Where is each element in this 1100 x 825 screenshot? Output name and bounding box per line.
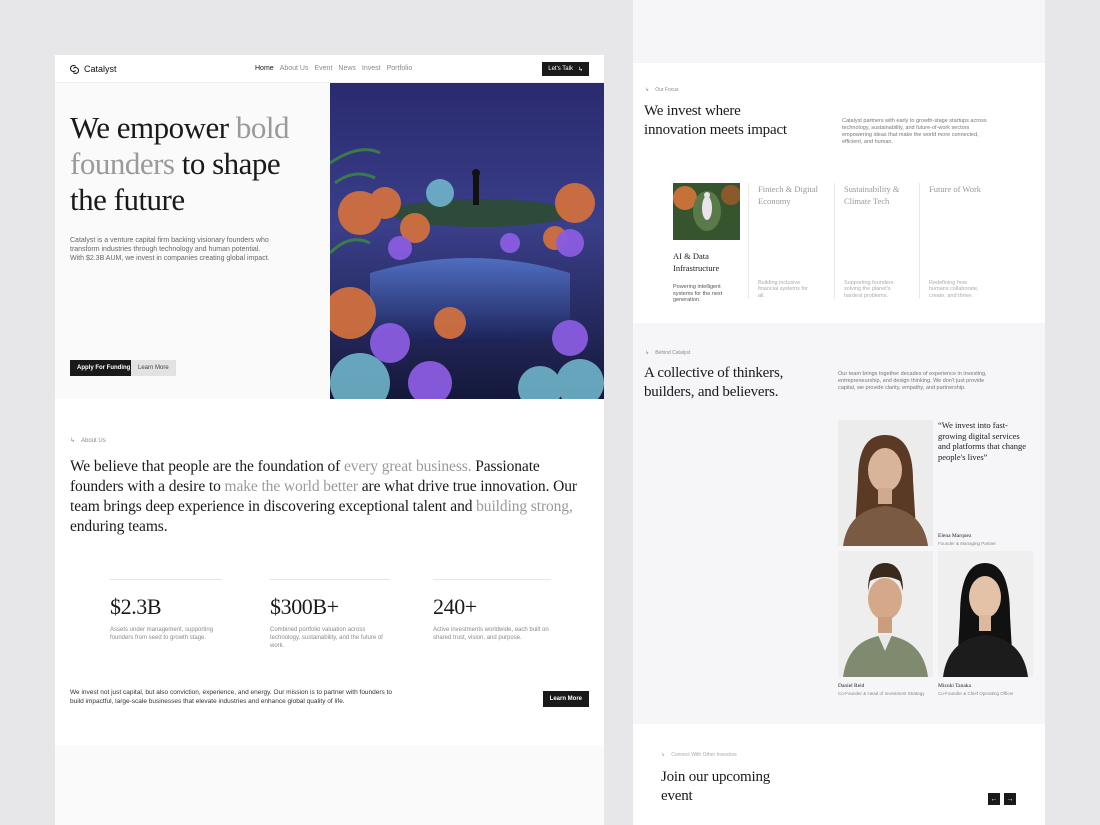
about-section: ↳ About Us We believe that people are th… [55, 399, 604, 745]
sector-title: AI & Data Infrastructure [673, 251, 720, 273]
arrow-turn-icon: ↳ [661, 752, 666, 758]
sector-description: Supporting founders solving the planet's… [844, 279, 894, 299]
next-arrow-icon[interactable]: → [1004, 793, 1016, 805]
logo[interactable]: Catalyst [70, 64, 117, 74]
nav-menu: Home About Us Event News Invest Portfoli… [255, 65, 412, 72]
stat-value: $300B+ [270, 594, 339, 619]
nav-item-invest[interactable]: Invest [362, 65, 381, 72]
stat-description: Active investments worldwide, each built… [433, 627, 549, 641]
hero-title: We empower bold founders to shape the fu… [70, 110, 310, 218]
about-text-part: We believe that people are the foundatio… [70, 458, 345, 475]
member-name: Daniel Reid [838, 683, 865, 689]
hero-image [330, 83, 604, 399]
sector-description: Redefining how humans collaborate, creat… [929, 279, 979, 299]
sector-title: Sustainability & Climate Tech [844, 184, 900, 206]
top-nav: Catalyst Home About Us Event News Invest… [55, 55, 604, 83]
sector-description: Building inclusive financial systems for… [758, 279, 808, 299]
focus-section: ↳ Our Focus We invest where innovation m… [633, 63, 1045, 323]
stat-value: 240+ [433, 594, 477, 619]
hero-description: Catalyst is a venture capital firm backi… [70, 237, 270, 262]
member-role: Founder & Managing Partner [938, 541, 997, 546]
event-title: Join our upcoming event [661, 769, 771, 804]
team-title: A collective of thinkers, builders, and … [644, 365, 784, 400]
event-kicker-label: Connect With Other Investors [671, 752, 737, 758]
portrait-elena [838, 420, 933, 546]
brand-name: Catalyst [84, 64, 117, 74]
sector-title: Fintech & Digital Economy [758, 184, 818, 206]
nav-item-about[interactable]: About Us [280, 65, 309, 72]
event-section: ↳ Connect With Other Investors Join our … [633, 724, 1045, 825]
arrow-turn-icon: ↳ [645, 87, 650, 93]
apply-funding-button[interactable]: Apply For Funding [70, 360, 138, 376]
sector-image [673, 183, 740, 240]
about-statement: We believe that people are the foundatio… [70, 457, 590, 537]
arrow-turn-icon: ↳ [645, 350, 650, 356]
event-kicker: ↳ Connect With Other Investors [661, 752, 737, 758]
member-name: Mizuki Tanaka [938, 683, 971, 689]
hero-title-part: We empower [70, 110, 236, 145]
team-quote: “We invest into fast-growing digital ser… [938, 420, 1027, 462]
member-name: Elena Marquez [938, 533, 972, 539]
lets-talk-label: Let's Talk [548, 66, 573, 72]
about-kicker-label: About Us [81, 437, 106, 444]
landing-page-secondary: ↳ Our Focus We invest where innovation m… [633, 0, 1045, 825]
hero-learn-more-button[interactable]: Learn More [131, 360, 176, 376]
nav-item-portfolio[interactable]: Portfolio [387, 65, 413, 72]
sector-climate[interactable]: Sustainability & Climate Tech Supporting… [834, 183, 919, 299]
sector-fintech[interactable]: Fintech & Digital Economy Building inclu… [748, 183, 833, 299]
nav-item-event[interactable]: Event [314, 65, 332, 72]
lets-talk-button[interactable]: Let's Talk ↳ [542, 62, 589, 76]
focus-kicker-label: Our Focus [655, 87, 679, 93]
member-caption: Elena Marquez Founder & Managing Partner [938, 533, 996, 546]
landing-page-main: Catalyst Home About Us Event News Invest… [55, 55, 604, 825]
stat-valuation: $300B+ Combined portfolio valuation acro… [270, 579, 390, 650]
stat-investments: 240+ Active investments worldwide, each … [433, 579, 551, 642]
member-role: Co-Founder & Chief Operating Officer [938, 691, 1014, 696]
mission-text: We invest not just capital, but also con… [70, 689, 393, 705]
portrait-mizuki [938, 551, 1033, 677]
focus-description: Catalyst partners with early to growth-s… [842, 118, 987, 145]
team-description: Our team brings together decades of expe… [838, 371, 987, 391]
about-kicker: ↳ About Us [70, 437, 106, 445]
mission-learn-more-button[interactable]: Learn More [542, 691, 589, 707]
stat-aum: $2.3B Assets under management, supportin… [110, 579, 222, 642]
member-caption: Daniel Reid Co-Founder & Head of Investm… [838, 683, 925, 696]
member-caption: Mizuki Tanaka Co-Founder & Chief Operati… [938, 683, 1013, 696]
arrow-turn-icon: ↳ [70, 438, 76, 444]
hero: We empower bold founders to shape the fu… [70, 110, 310, 263]
stat-description: Combined portfolio valuation across tech… [270, 627, 383, 649]
sector-description: Powering intelligent systems for the nex… [673, 284, 723, 303]
about-text-highlight: building strong, [476, 498, 573, 515]
previous-arrow-icon[interactable]: ← [988, 793, 1000, 805]
focus-title: We invest where innovation meets impact [644, 103, 787, 138]
stat-value: $2.3B [110, 594, 162, 619]
sector-work[interactable]: Future of Work Redefining how humans col… [919, 183, 1004, 299]
about-text-part: enduring teams. [70, 518, 168, 535]
sector-ai[interactable]: AI & Data Infrastructure Powering intell… [673, 250, 753, 304]
nav-item-news[interactable]: News [338, 65, 356, 72]
team-kicker-label: Behind Catalyst [655, 350, 691, 356]
arrow-turn-icon: ↳ [577, 66, 583, 73]
catalyst-logo-icon [70, 64, 79, 74]
stat-description: Assets under management, supporting foun… [110, 627, 214, 641]
about-text-highlight: every great business. [344, 458, 472, 475]
member-role: Co-Founder & Head of Investment Strategy [838, 691, 925, 696]
nav-item-home[interactable]: Home [255, 65, 274, 72]
focus-kicker: ↳ Our Focus [645, 87, 679, 93]
team-kicker: ↳ Behind Catalyst [645, 350, 690, 356]
sector-title: Future of Work [929, 184, 982, 194]
portrait-daniel [838, 551, 933, 677]
about-text-highlight: make the world better [224, 478, 359, 495]
